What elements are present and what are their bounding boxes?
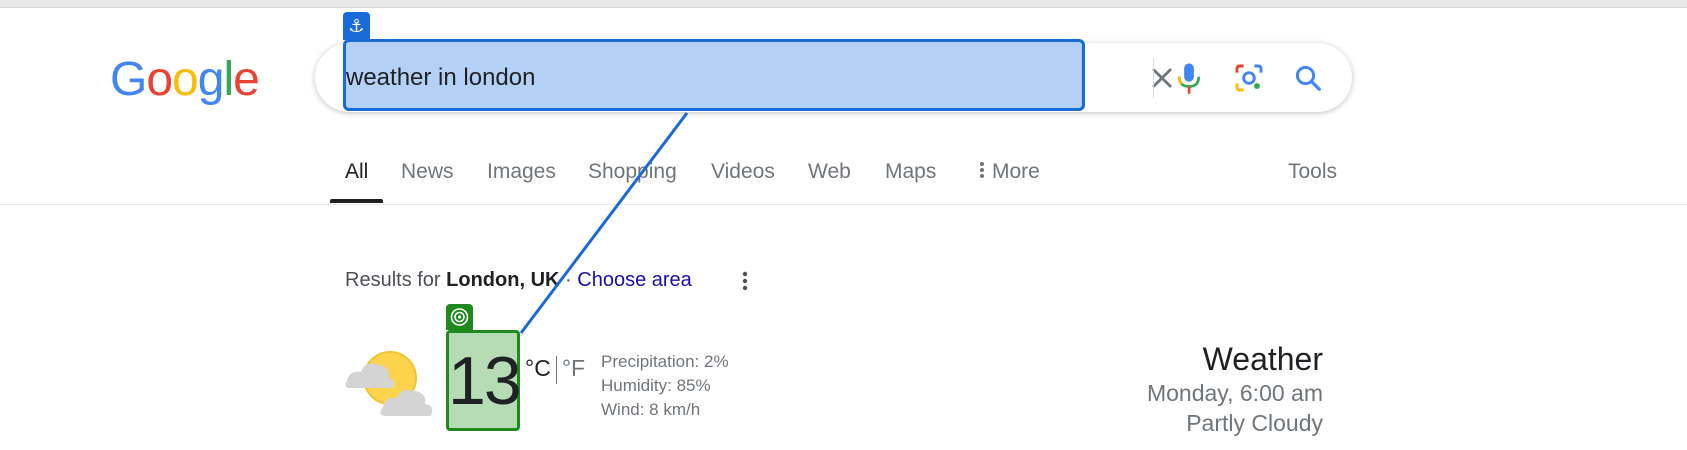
- tab-all[interactable]: All: [345, 160, 368, 184]
- logo-letter: l: [223, 53, 234, 106]
- location-prefix: Results for: [345, 269, 441, 291]
- voice-search-button[interactable]: [1169, 58, 1209, 98]
- active-tab-indicator: [330, 199, 383, 203]
- tab-maps[interactable]: Maps: [885, 160, 936, 184]
- tab-images[interactable]: Images: [487, 160, 556, 184]
- weather-condition: Partly Cloudy: [1186, 410, 1323, 436]
- tab-more[interactable]: More: [978, 160, 1040, 184]
- humidity-text: Humidity: 85%: [601, 376, 711, 395]
- location-line: Results for London, UK · Choose area: [345, 269, 692, 292]
- weather-datetime: Monday, 6:00 am: [1146, 380, 1323, 406]
- unit-celsius-button[interactable]: °C: [525, 355, 551, 381]
- logo-letter: o: [172, 53, 199, 106]
- anchor-icon: ⚓: [343, 12, 370, 40]
- logo-letter: e: [233, 53, 260, 106]
- camera-icon: [1235, 64, 1263, 92]
- more-vert-icon: [742, 271, 748, 291]
- google-logo[interactable]: Google: [110, 52, 260, 108]
- location-options-button[interactable]: [736, 269, 754, 293]
- tools-button[interactable]: Tools: [1288, 160, 1337, 184]
- tab-news[interactable]: News: [401, 160, 454, 184]
- precipitation-text: Precipitation: 2%: [601, 352, 729, 371]
- choose-area-link[interactable]: Choose area: [577, 269, 692, 291]
- unit-separator: [555, 355, 557, 384]
- weather-title: Weather: [1202, 341, 1323, 377]
- search-submit-button[interactable]: [1288, 58, 1328, 98]
- tabs-divider: [0, 204, 1687, 205]
- tab-shopping[interactable]: Shopping: [588, 160, 677, 184]
- tab-web[interactable]: Web: [808, 160, 851, 184]
- wind-text: Wind: 8 km/h: [601, 400, 701, 419]
- lens-search-button[interactable]: [1229, 58, 1269, 98]
- search-icon: [1295, 65, 1321, 91]
- mic-icon: [1177, 63, 1201, 94]
- temperature-value: 13: [448, 343, 522, 419]
- location-place: London, UK: [446, 269, 560, 291]
- search-query-text[interactable]: weather in london: [346, 62, 535, 94]
- tab-videos[interactable]: Videos: [711, 160, 775, 184]
- weather-details: Precipitation: 2% Humidity: 85% Wind: 8 …: [601, 350, 729, 422]
- target-icon: [446, 304, 473, 330]
- unit-fahrenheit-button[interactable]: °F: [562, 355, 585, 381]
- logo-letter: g: [197, 53, 225, 106]
- tab-more-label: More: [992, 160, 1040, 183]
- unit-switch: °C °F: [525, 355, 585, 384]
- weather-summary: Weather Monday, 6:00 am Partly Cloudy: [1147, 340, 1323, 438]
- location-separator: ·: [565, 269, 572, 291]
- logo-letter: o: [146, 53, 173, 106]
- partly-cloudy-icon: [345, 350, 435, 420]
- more-vert-icon: [980, 162, 984, 178]
- browser-top-edge: [0, 0, 1687, 8]
- search-divider: [1153, 59, 1154, 98]
- logo-letter: G: [110, 53, 147, 106]
